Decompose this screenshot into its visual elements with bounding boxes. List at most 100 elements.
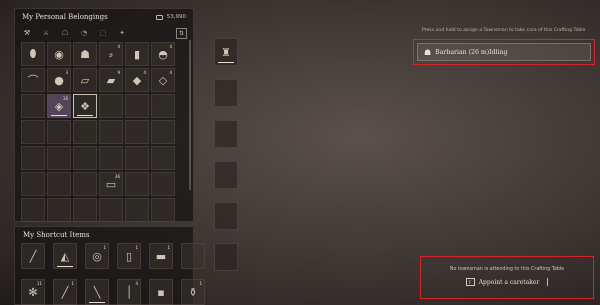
inventory-slot-empty[interactable] <box>21 94 45 118</box>
plate-icon: ◉ <box>54 47 64 61</box>
inventory-slot-empty[interactable] <box>73 172 97 196</box>
inventory-slot-empty[interactable] <box>73 120 97 144</box>
inventory-slot-empty[interactable] <box>125 120 149 144</box>
appoint-caretaker-button[interactable]: F Appoint a caretaker <box>460 276 555 288</box>
item-count: 11 <box>36 281 42 286</box>
inventory-slot[interactable]: ◉ <box>47 42 71 66</box>
shortcut-slot[interactable]: ✻ 11 <box>21 279 45 305</box>
crafting-slot[interactable]: ♜ <box>214 38 238 66</box>
caretaker-option[interactable]: ☗ Barbarian (26 m)Idling <box>417 43 591 61</box>
caretaker-selection[interactable]: ☗ Barbarian (26 m)Idling <box>413 39 595 65</box>
inventory-slot-empty[interactable] <box>151 146 175 170</box>
shortcut-slot[interactable]: ▬ 1 <box>149 243 173 269</box>
item-count: 1 <box>167 245 170 250</box>
shortcut-slot[interactable]: ╱ <box>21 243 45 269</box>
shortcut-slot[interactable]: ▪ <box>149 279 173 305</box>
item-count: 1 <box>103 245 106 250</box>
spear-icon: ╱ <box>29 249 37 263</box>
inventory-grid: ⬮ ◉ ☗ ⸗ 4 ▮ ◓ 4 ⌒ ● 3 ▱ ▰ 9 ◆ 4 ◇ 4 ◈ 16 ❖ ▭ 36 <box>21 42 189 222</box>
personal-belongings-panel: My Personal Belongings 53,990 ⚒ ⚔ ☖ ◔ ⬚ … <box>14 8 194 222</box>
inventory-slot-empty[interactable] <box>151 94 175 118</box>
inventory-slot-empty[interactable] <box>47 172 71 196</box>
caretaker-status-box: No townsman is attending to this Craftin… <box>420 256 594 299</box>
inventory-slot-empty[interactable] <box>125 172 149 196</box>
horn-icon: ⌒ <box>27 74 39 87</box>
crafting-slot[interactable] <box>214 243 238 271</box>
inventory-slot-empty[interactable] <box>99 198 123 222</box>
inventory-slot-empty[interactable] <box>21 172 45 196</box>
caretaker-name: Barbarian (26 m)Idling <box>435 48 508 56</box>
inventory-slot[interactable]: ◆ 4 <box>125 68 149 92</box>
inventory-scrollbar[interactable] <box>189 40 191 190</box>
inventory-slot[interactable]: ▱ <box>73 68 97 92</box>
key-hint: F <box>465 278 475 286</box>
inventory-slot-empty[interactable] <box>99 120 123 144</box>
filter-weapons-icon[interactable]: ⚔ <box>40 29 52 37</box>
inventory-slot-empty[interactable] <box>73 146 97 170</box>
inventory-slot-empty[interactable] <box>151 198 175 222</box>
inventory-slot[interactable]: ▰ 9 <box>99 68 123 92</box>
inventory-slot[interactable]: ⬮ <box>21 42 45 66</box>
shortcut-slot[interactable]: ◎ 1 <box>85 243 109 269</box>
item-count: 3 <box>65 70 68 75</box>
dagger-icon: ╲ <box>93 285 101 299</box>
filter-all-icon[interactable]: ⚒ <box>21 29 33 37</box>
inventory-slot[interactable]: ◈ 16 <box>47 94 71 118</box>
inventory-slot[interactable]: ☗ <box>73 42 97 66</box>
filter-materials-icon[interactable]: ⬚ <box>97 29 109 37</box>
inventory-slot[interactable]: ▭ 36 <box>99 172 123 196</box>
crafting-slot-column: ♜ <box>214 38 240 284</box>
inventory-slot[interactable]: ◓ 4 <box>151 42 175 66</box>
item-count: 9 <box>117 70 120 75</box>
inventory-header: My Personal Belongings 53,990 <box>15 9 193 25</box>
filter-armor-icon[interactable]: ☖ <box>59 29 71 37</box>
filter-consumables-icon[interactable]: ◔ <box>78 29 90 37</box>
paper-icon: ❖ <box>80 99 90 113</box>
shortcut-slot[interactable]: │ 4 <box>117 279 141 305</box>
inventory-slot[interactable]: ❖ <box>73 94 97 118</box>
shortcut-slot-empty[interactable] <box>181 243 205 269</box>
shortcut-grid: ╱ ◭ ◎ 1 ▯ 1 ▬ 1 ✻ 11 ╱ 1 ╲ │ 4 ▪ ⚱ 1 <box>21 243 205 305</box>
crafting-table-screen: My Personal Belongings 53,990 ⚒ ⚔ ☖ ◔ ⬚ … <box>0 0 600 305</box>
shortcut-slot[interactable]: ◭ <box>53 243 77 269</box>
shortcut-title: My Shortcut Items <box>23 231 90 239</box>
crafting-slot[interactable] <box>214 202 238 230</box>
crafting-slot[interactable] <box>214 120 238 148</box>
inventory-slot-empty[interactable] <box>99 94 123 118</box>
inventory-slot-empty[interactable] <box>73 198 97 222</box>
inventory-slot-empty[interactable] <box>151 120 175 144</box>
inventory-slot[interactable]: ● 3 <box>47 68 71 92</box>
shortcut-slot[interactable]: ╱ 1 <box>53 279 77 305</box>
item-count: 36 <box>114 174 120 179</box>
inventory-slot-empty[interactable] <box>47 120 71 144</box>
cylinder-icon: ▮ <box>133 47 141 61</box>
inventory-slot-empty[interactable] <box>151 172 175 196</box>
item-count: 1 <box>71 281 74 286</box>
inventory-slot-empty[interactable] <box>99 146 123 170</box>
inventory-slot-empty[interactable] <box>47 146 71 170</box>
inventory-filters: ⚒ ⚔ ☖ ◔ ⬚ ✦ ⇅ <box>15 25 193 41</box>
inventory-slot[interactable]: ⌒ <box>21 68 45 92</box>
no-caretaker-message: No townsman is attending to this Craftin… <box>449 267 565 272</box>
sort-button[interactable]: ⇅ <box>176 27 187 39</box>
inventory-slot[interactable]: ◇ 4 <box>151 68 175 92</box>
inventory-slot-empty[interactable] <box>125 198 149 222</box>
inventory-slot-empty[interactable] <box>21 120 45 144</box>
filter-misc-icon[interactable]: ✦ <box>116 29 128 37</box>
shortcut-slot[interactable]: ⚱ 1 <box>181 279 205 305</box>
shortcut-slot[interactable]: ╲ <box>85 279 109 305</box>
inventory-slot-empty[interactable] <box>21 198 45 222</box>
inventory-slot[interactable]: ⸗ 4 <box>99 42 123 66</box>
item-count: 1 <box>199 281 202 286</box>
inventory-slot-empty[interactable] <box>125 146 149 170</box>
inventory-slot-empty[interactable] <box>21 146 45 170</box>
inventory-title: My Personal Belongings <box>22 13 108 21</box>
crafting-slot[interactable] <box>214 79 238 107</box>
inventory-slot-empty[interactable] <box>125 94 149 118</box>
currency-amount: 53,990 <box>166 14 186 20</box>
item-count: 1 <box>135 245 138 250</box>
inventory-slot-empty[interactable] <box>47 198 71 222</box>
shortcut-slot[interactable]: ▯ 1 <box>117 243 141 269</box>
crafting-slot[interactable] <box>214 161 238 189</box>
inventory-slot[interactable]: ▮ <box>125 42 149 66</box>
